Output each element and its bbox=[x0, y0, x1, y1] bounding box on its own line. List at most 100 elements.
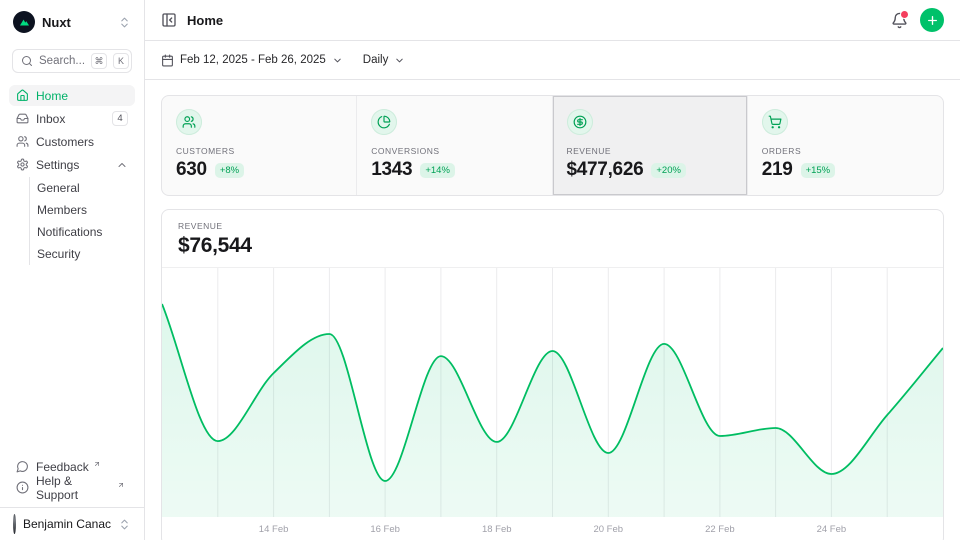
header-actions bbox=[891, 8, 944, 32]
sidebar-subitem-label: General bbox=[37, 181, 80, 195]
chart-x-axis: 14 Feb 16 Feb 18 Feb 20 Feb 22 Feb 24 Feb bbox=[162, 517, 943, 540]
page-content: CUSTOMERS 630 +8% CONVERSIONS 1343 +14% REVENU… bbox=[145, 80, 960, 540]
stat-delta-badge: +20% bbox=[651, 163, 686, 178]
x-axis-label: 16 Feb bbox=[370, 524, 400, 535]
stat-label: REVENUE bbox=[567, 146, 733, 156]
main-area: Home Feb 12, 2025 - Feb 26, 2025 Daily bbox=[145, 0, 960, 540]
inbox-icon bbox=[16, 112, 29, 125]
sidebar-item-label: Customers bbox=[36, 135, 94, 149]
stat-icon-circle bbox=[762, 109, 788, 135]
circle-dollar-icon bbox=[573, 115, 587, 129]
page-header: Home bbox=[145, 0, 960, 41]
sidebar-collapse-icon[interactable] bbox=[161, 12, 177, 28]
date-range-value: Feb 12, 2025 - Feb 26, 2025 bbox=[180, 54, 326, 66]
stat-card-orders[interactable]: ORDERS 219 +15% bbox=[748, 96, 943, 195]
stat-value: 630 bbox=[176, 159, 207, 181]
user-menu[interactable]: Benjamin Canac bbox=[0, 508, 144, 540]
sidebar-footer-links: Feedback Help & Support bbox=[0, 456, 144, 498]
external-link-icon bbox=[93, 460, 101, 468]
stat-card-revenue[interactable]: REVENUE $477,626 +20% bbox=[553, 96, 748, 195]
kbd-k-key: K bbox=[113, 53, 129, 69]
stat-value: 219 bbox=[762, 159, 793, 181]
plus-icon bbox=[926, 14, 939, 27]
search-placeholder: Search... bbox=[39, 55, 85, 67]
avatar bbox=[13, 514, 16, 534]
shopping-cart-icon bbox=[768, 115, 782, 129]
sidebar: Nuxt Search... ⌘ K Home Inbox4 Customers Se… bbox=[0, 0, 145, 540]
stat-delta-badge: +8% bbox=[215, 163, 244, 178]
stat-card-conversions[interactable]: CONVERSIONS 1343 +14% bbox=[357, 96, 552, 195]
sidebar-spacer bbox=[0, 267, 144, 456]
users-icon bbox=[16, 135, 29, 148]
period-value: Daily bbox=[363, 54, 389, 66]
period-select[interactable]: Daily bbox=[363, 54, 406, 66]
sidebar-item-customers[interactable]: Customers bbox=[9, 131, 135, 152]
stat-label: CUSTOMERS bbox=[176, 146, 342, 156]
sidebar-item-inbox[interactable]: Inbox4 bbox=[9, 108, 135, 129]
x-axis-label: 22 Feb bbox=[705, 524, 735, 535]
sidebar-nav: Home Inbox4 Customers Settings General Member… bbox=[0, 85, 144, 267]
search-input[interactable]: Search... ⌘ K bbox=[12, 49, 132, 73]
x-axis-label: 14 Feb bbox=[259, 524, 289, 535]
footer-link-label: Help & Support bbox=[36, 474, 113, 502]
add-button[interactable] bbox=[920, 8, 944, 32]
chart-metric-label: REVENUE bbox=[178, 221, 927, 231]
chevrons-up-down-icon bbox=[118, 16, 131, 29]
stat-card-customers[interactable]: CUSTOMERS 630 +8% bbox=[162, 96, 357, 195]
chevron-up-icon bbox=[116, 159, 128, 171]
chevron-down-icon bbox=[394, 55, 405, 66]
stat-label: CONVERSIONS bbox=[371, 146, 537, 156]
chevrons-up-down-icon bbox=[118, 518, 131, 531]
user-name: Benjamin Canac bbox=[23, 517, 111, 531]
external-link-icon bbox=[117, 481, 125, 489]
sidebar-subitem-label: Members bbox=[37, 203, 87, 217]
x-axis-label: 18 Feb bbox=[482, 524, 512, 535]
sidebar-item-members[interactable]: Members bbox=[36, 199, 135, 221]
stat-delta-badge: +15% bbox=[801, 163, 836, 178]
sidebar-item-home[interactable]: Home bbox=[9, 85, 135, 106]
sidebar-item-label: Settings bbox=[36, 158, 79, 172]
footer-link-label: Feedback bbox=[36, 460, 89, 474]
app-window: Nuxt Search... ⌘ K Home Inbox4 Customers Se… bbox=[0, 0, 960, 540]
settings-icon bbox=[16, 158, 29, 171]
sidebar-item-notifications[interactable]: Notifications bbox=[36, 221, 135, 243]
workspace-selector[interactable]: Nuxt bbox=[0, 9, 144, 35]
message-circle-icon bbox=[16, 460, 29, 473]
date-range-picker[interactable]: Feb 12, 2025 - Feb 26, 2025 bbox=[161, 54, 343, 67]
page-title: Home bbox=[187, 13, 223, 28]
workspace-name: Nuxt bbox=[42, 15, 71, 30]
filter-toolbar: Feb 12, 2025 - Feb 26, 2025 Daily bbox=[145, 41, 960, 80]
sidebar-item-label: Home bbox=[36, 89, 68, 103]
stats-row: CUSTOMERS 630 +8% CONVERSIONS 1343 +14% REVENU… bbox=[161, 95, 944, 196]
stat-label: ORDERS bbox=[762, 146, 929, 156]
x-axis-label: 24 Feb bbox=[817, 524, 847, 535]
notifications-button[interactable] bbox=[891, 12, 908, 29]
revenue-area-chart[interactable] bbox=[162, 267, 943, 517]
sidebar-item-label: Inbox bbox=[36, 112, 65, 126]
footer-link-help-support[interactable]: Help & Support bbox=[9, 477, 135, 498]
sidebar-subnav: General Members Notifications Security bbox=[29, 177, 135, 265]
stat-icon-circle bbox=[371, 109, 397, 135]
sidebar-item-general[interactable]: General bbox=[36, 177, 135, 199]
calendar-icon bbox=[161, 54, 174, 67]
chart-metric-value: $76,544 bbox=[178, 234, 927, 258]
search-icon bbox=[21, 55, 33, 67]
users-icon bbox=[182, 115, 196, 129]
chevron-down-icon bbox=[332, 55, 343, 66]
sidebar-item-settings[interactable]: Settings bbox=[9, 154, 135, 175]
chart-header: REVENUE $76,544 bbox=[162, 210, 943, 267]
house-icon bbox=[16, 89, 29, 102]
notification-dot bbox=[900, 10, 909, 19]
kbd-meta-key: ⌘ bbox=[91, 53, 107, 69]
chart-pie-icon bbox=[377, 115, 391, 129]
stat-delta-badge: +14% bbox=[420, 163, 455, 178]
sidebar-subitem-label: Notifications bbox=[37, 225, 102, 239]
info-icon bbox=[16, 481, 29, 494]
stat-value: 1343 bbox=[371, 159, 412, 181]
x-axis-label: 20 Feb bbox=[593, 524, 623, 535]
sidebar-item-security[interactable]: Security bbox=[36, 243, 135, 265]
stat-value: $477,626 bbox=[567, 159, 644, 181]
area-chart-svg bbox=[162, 268, 943, 517]
stat-icon-circle bbox=[567, 109, 593, 135]
sidebar-subitem-label: Security bbox=[37, 247, 80, 261]
